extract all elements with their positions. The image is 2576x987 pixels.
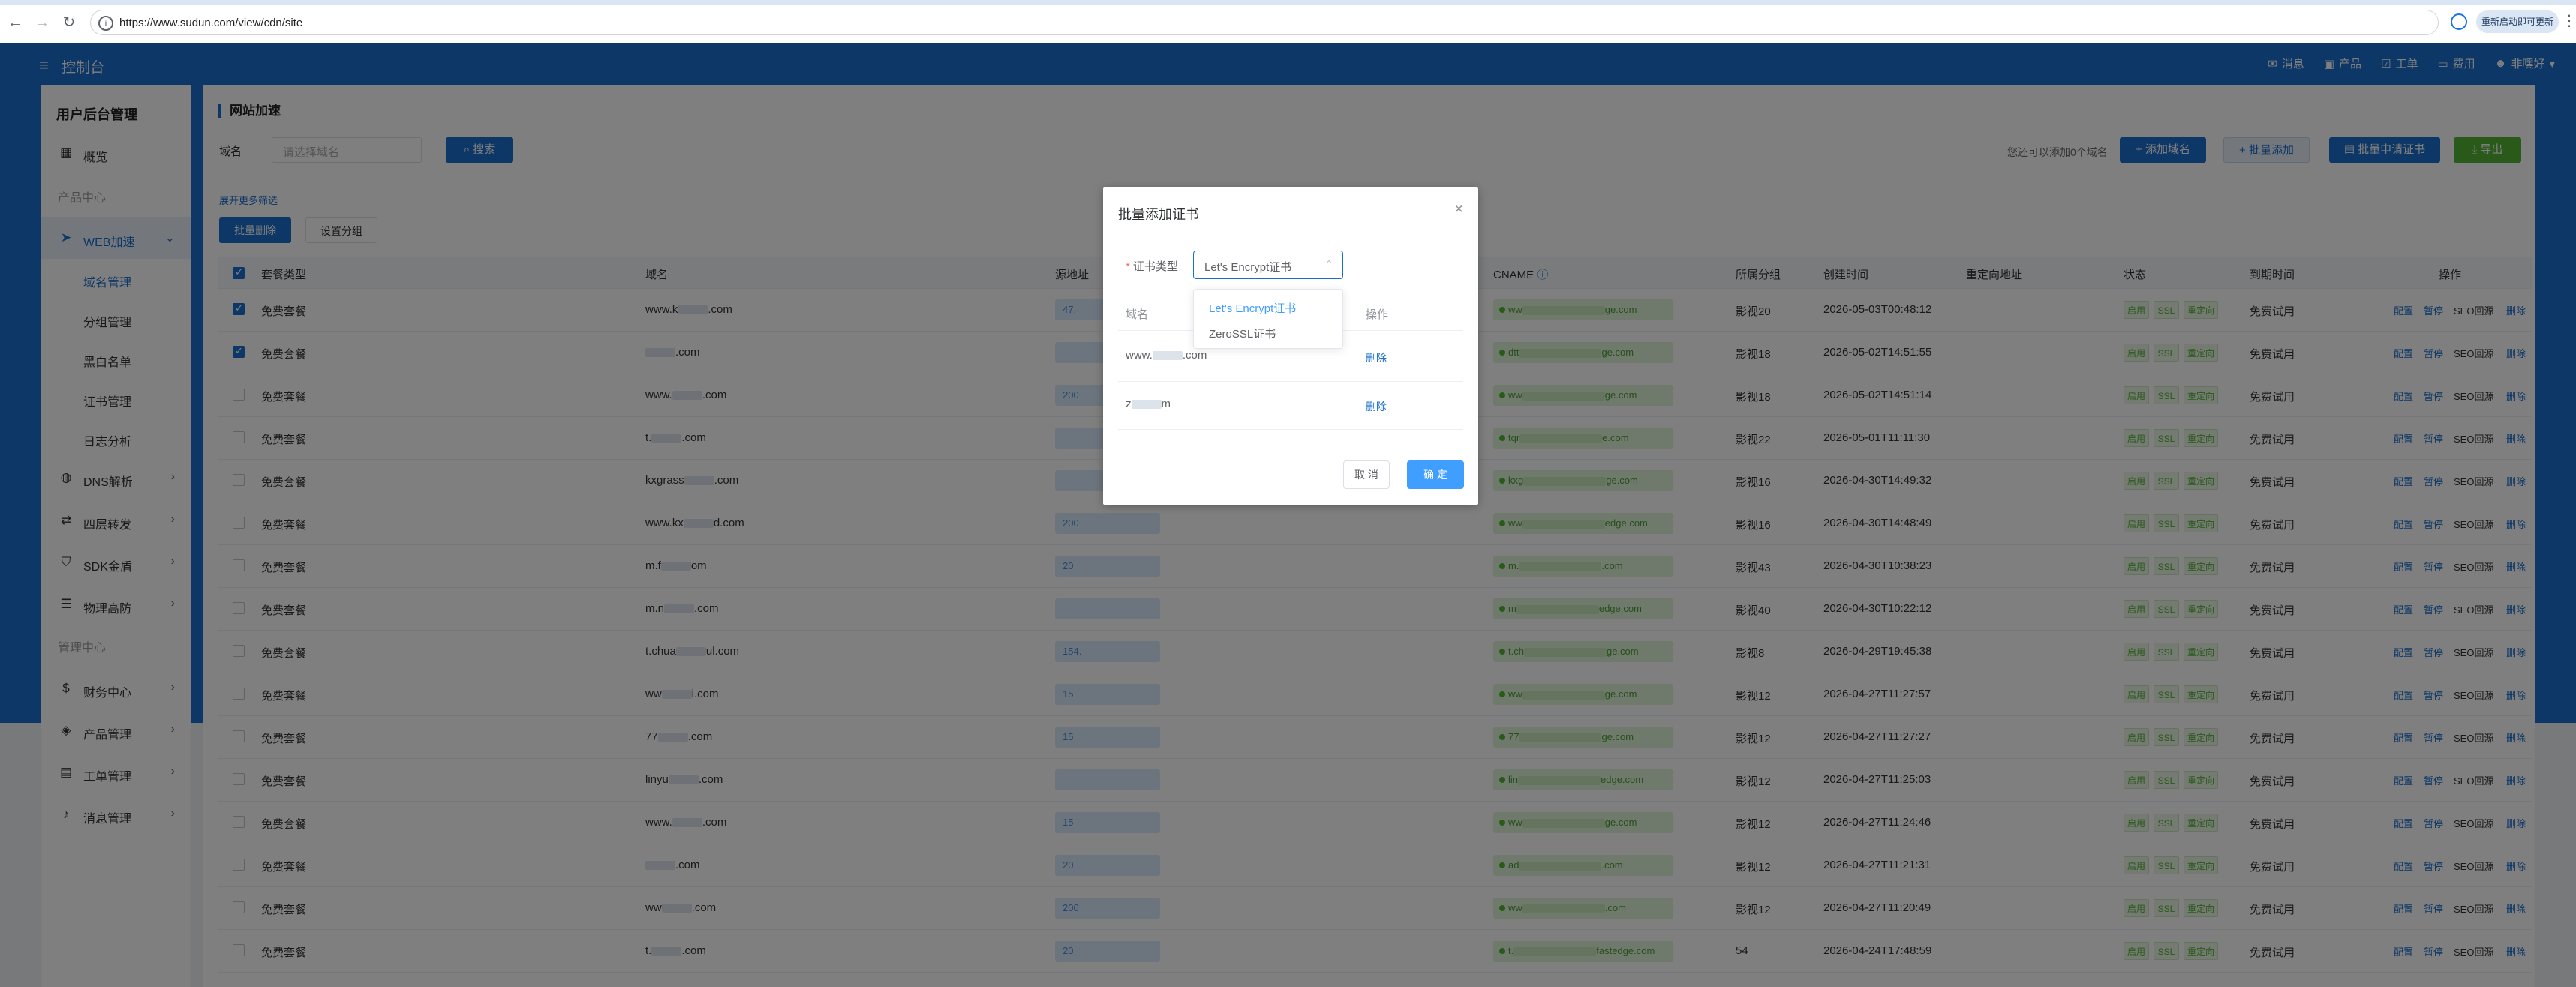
dialog-col-op: 操作 [1366, 308, 1389, 321]
url-text: https://www.sudun.com/view/cdn/site [119, 16, 303, 29]
update-button[interactable]: 重新启动即可更新 [2476, 10, 2559, 33]
close-icon[interactable]: × [1454, 201, 1463, 218]
back-icon[interactable]: ← [6, 14, 24, 32]
more-icon[interactable]: ⋮ [2562, 12, 2576, 30]
forward-icon[interactable]: → [33, 14, 51, 32]
dialog-domain-1: www. .com [1126, 349, 1207, 362]
confirm-button[interactable]: 确 定 [1407, 460, 1464, 489]
browser-toolbar: ← → ↻ i https://www.sudun.com/view/cdn/s… [0, 0, 2576, 44]
profile-icon[interactable] [2451, 14, 2467, 30]
reload-icon[interactable]: ↻ [60, 14, 78, 32]
modal-overlay[interactable] [0, 44, 2576, 987]
option-letsencrypt[interactable]: Let's Encrypt证书 [1209, 300, 1296, 316]
cancel-button[interactable]: 取 消 [1343, 460, 1390, 489]
address-bar[interactable]: i https://www.sudun.com/view/cdn/site [90, 10, 2439, 35]
dialog-title: 批量添加证书 [1118, 207, 1199, 222]
divider [1118, 429, 1463, 430]
required-mark: * [1126, 260, 1130, 273]
chevron-up-icon: ⌃ [1324, 258, 1333, 270]
dialog-domain-2: zm [1126, 398, 1171, 410]
browser-tab-strip [0, 0, 2576, 4]
dialog-delete-1[interactable]: 删除 [1366, 350, 1387, 365]
site-info-icon[interactable]: i [98, 16, 113, 31]
option-zerossl[interactable]: ZeroSSL证书 [1209, 326, 1276, 341]
divider [1118, 381, 1463, 382]
dialog-col-domain: 域名 [1126, 308, 1149, 321]
cert-type-select[interactable]: Let's Encrypt证书 ⌃ [1193, 250, 1343, 279]
cert-type-label: * 证书类型 [1126, 260, 1178, 273]
cert-type-dropdown: Let's Encrypt证书 ZeroSSL证书 [1193, 289, 1343, 349]
dialog-delete-2[interactable]: 删除 [1366, 399, 1387, 414]
